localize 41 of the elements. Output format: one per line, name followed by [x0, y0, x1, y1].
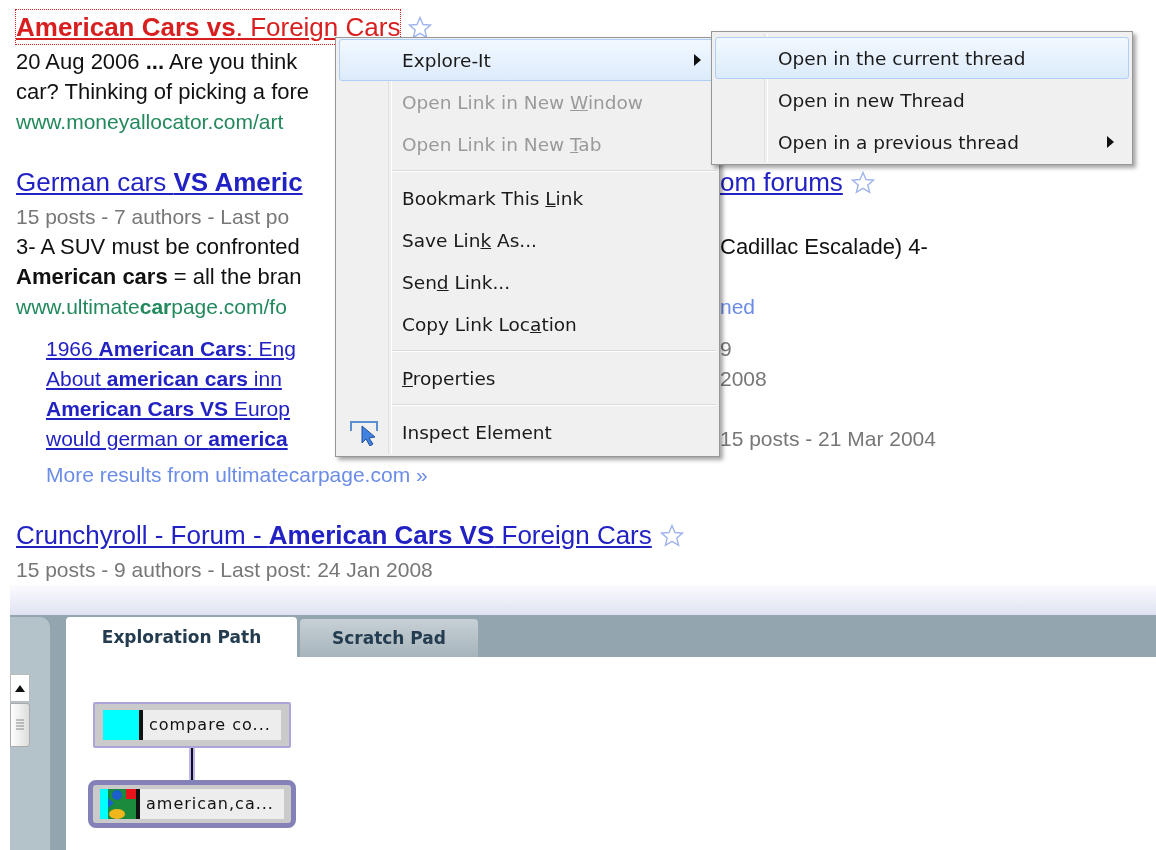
menu-item[interactable]: Properties [339, 357, 716, 399]
result-meta: 15 posts - 7 authors - Last po [16, 204, 290, 230]
multicolor-icon [100, 789, 140, 819]
result-url: www.ultimatecarpage.com/fo [16, 294, 287, 320]
menu-item[interactable]: Inspect Element [339, 411, 716, 453]
result-snippet: 3- A SUV must be confronted [16, 233, 300, 261]
result-snippet: American cars = all the bran [16, 263, 302, 291]
menu-item[interactable]: Copy Link Location [339, 303, 716, 345]
sublink[interactable]: would german or america [46, 424, 288, 454]
star-icon[interactable] [659, 523, 684, 547]
sublink[interactable]: American Cars VS Europ [46, 394, 290, 424]
connector [189, 748, 195, 780]
result-snippet: Cadillac Escalade) 4- [720, 233, 928, 261]
result-meta: 9 [720, 336, 732, 362]
result-url: www.moneyallocator.com/art [16, 109, 284, 135]
menu-item[interactable]: Bookmark This Link [339, 177, 716, 219]
result-title-link[interactable]: German cars VS Americ [16, 165, 303, 199]
tab[interactable]: Exploration Path [66, 617, 297, 657]
result-title-link[interactable]: om forums [720, 165, 843, 199]
sublink[interactable]: About american cars inn [46, 364, 282, 394]
scrollbar-thumb[interactable] [10, 703, 30, 747]
up-arrow-icon [15, 684, 25, 692]
scroll-up-button[interactable] [10, 674, 30, 702]
star-icon[interactable] [408, 15, 433, 39]
result-meta: 15 posts - 21 Mar 2004 [720, 426, 936, 452]
result-snippet: 20 Aug 2006 ... Are you think [16, 48, 298, 76]
result-meta: 15 posts - 9 authors - Last post: 24 Jan 2008 [16, 557, 433, 583]
menu-item[interactable]: Open in a previous thread [715, 121, 1129, 163]
menu-item[interactable]: Send Link... [339, 261, 716, 303]
star-icon[interactable] [850, 170, 875, 194]
sublink[interactable]: 1966 American Cars: Eng [46, 334, 296, 364]
result-title-link[interactable]: Crunchyroll - Forum - American Cars VS Foreign Cars [16, 518, 652, 552]
tab[interactable]: Scratch Pad [300, 619, 478, 657]
path-node[interactable]: compare co... [93, 702, 291, 748]
result-meta: 2008 [720, 366, 767, 392]
menu-item[interactable]: Save Link As... [339, 219, 716, 261]
result-snippet: car? Thinking of picking a fore [16, 78, 310, 106]
path-node[interactable]: american,ca... [88, 780, 296, 828]
menu-item[interactable]: Open in new Thread [715, 79, 1129, 121]
color-swatch-icon [103, 710, 143, 740]
menu-item[interactable]: Open in the current thread [715, 37, 1129, 79]
